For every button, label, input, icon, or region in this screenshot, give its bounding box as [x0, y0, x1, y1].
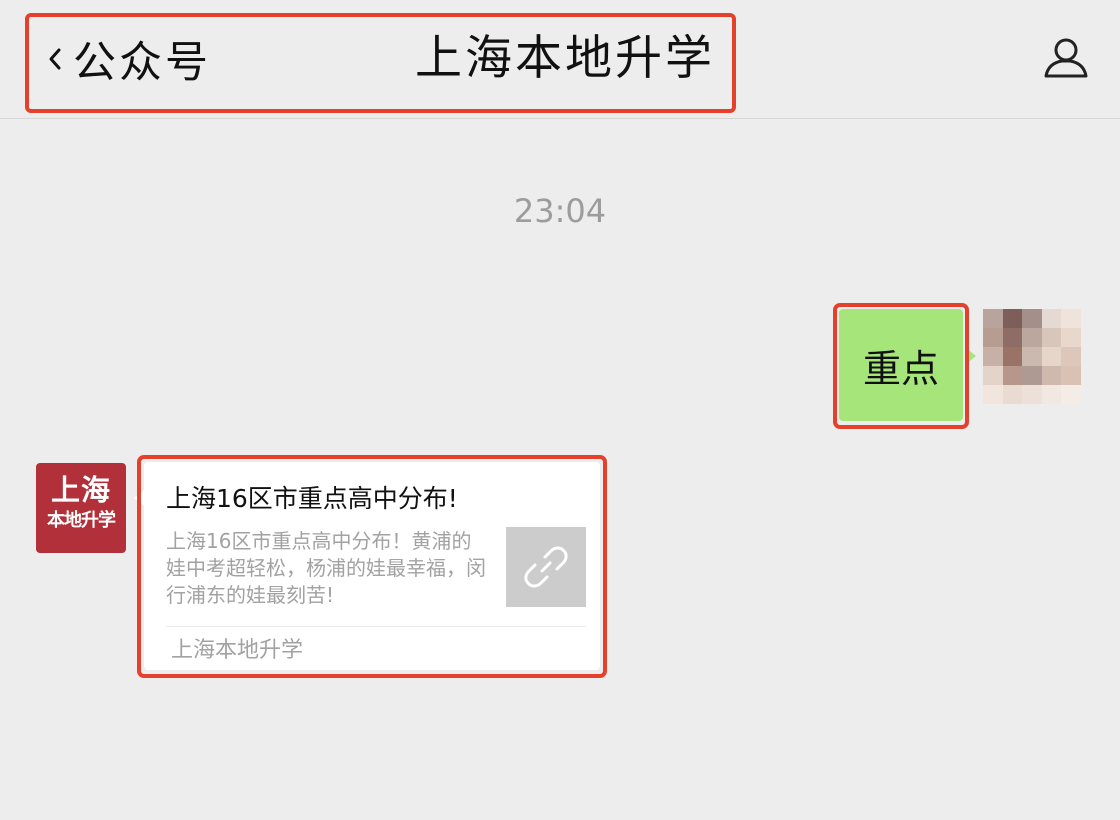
back-button[interactable]: 公众号 — [45, 34, 211, 88]
logo-text-line1: 上海 — [50, 473, 111, 507]
profile-button[interactable] — [1040, 36, 1092, 80]
person-icon — [1044, 38, 1088, 78]
sent-message-highlight-box — [833, 303, 969, 429]
chevron-left-icon — [45, 41, 63, 77]
card-highlight-box — [137, 455, 607, 678]
account-avatar-logo[interactable]: 上海 本地升学 — [36, 463, 126, 553]
message-timestamp: 23:04 — [513, 192, 607, 230]
back-button-label: 公众号 — [73, 38, 211, 88]
my-avatar[interactable] — [983, 309, 1081, 404]
navigation-bar: 公众号 上海本地升学 — [0, 0, 1120, 119]
logo-text-line2: 本地升学 — [47, 510, 116, 531]
page-title: 上海本地升学 — [415, 31, 715, 86]
